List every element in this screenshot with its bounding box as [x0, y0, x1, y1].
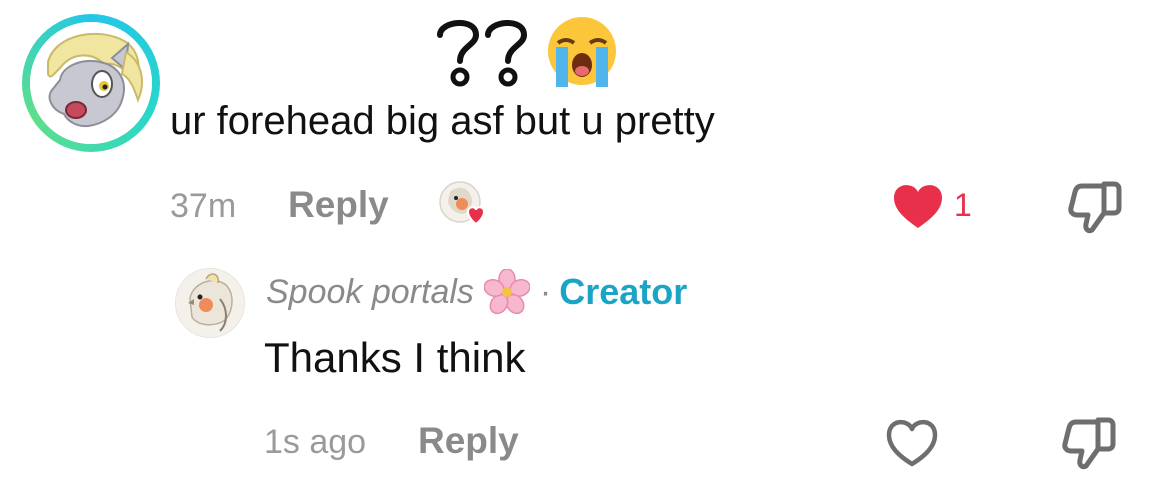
- double-question-mark-icon: [437, 19, 527, 87]
- reply-author-name[interactable]: Spook portals: [266, 273, 474, 312]
- comment-emoji-line: [430, 12, 620, 90]
- thumbs-down-icon: [1068, 181, 1122, 234]
- commenter-avatar[interactable]: [22, 14, 160, 152]
- reply-author-avatar[interactable]: [175, 268, 245, 338]
- separator-dot: ·: [539, 272, 552, 311]
- like-count: 1: [954, 187, 972, 223]
- reply-author-row: Spook portals · Creator: [266, 268, 687, 316]
- reply-dislike-button[interactable]: [1060, 414, 1118, 470]
- heart-outline-icon: [886, 420, 938, 467]
- comment-reply-button[interactable]: Reply: [288, 184, 389, 226]
- crying-face-icon: [548, 17, 616, 87]
- dislike-button[interactable]: [1066, 178, 1124, 234]
- comment-text: ur forehead big asf but u pretty: [170, 99, 715, 143]
- liked-by-creator-icon: [439, 181, 486, 226]
- thumbs-down-icon: [1062, 417, 1116, 470]
- comment-timestamp: 37m: [170, 187, 237, 225]
- reply-text: Thanks I think: [264, 334, 526, 381]
- creator-liked-badge: [438, 180, 488, 230]
- bird-avatar-image: [176, 269, 244, 337]
- reply-timestamp: 1s ago: [264, 423, 367, 461]
- pony-avatar-image: [30, 22, 152, 144]
- cherry-blossom-icon: [483, 269, 530, 315]
- reply-like-button[interactable]: [884, 416, 940, 468]
- heart-icon: [894, 185, 942, 228]
- like-button[interactable]: [890, 180, 946, 230]
- reply-reply-button[interactable]: Reply: [418, 420, 519, 462]
- creator-badge: Creator: [559, 271, 688, 312]
